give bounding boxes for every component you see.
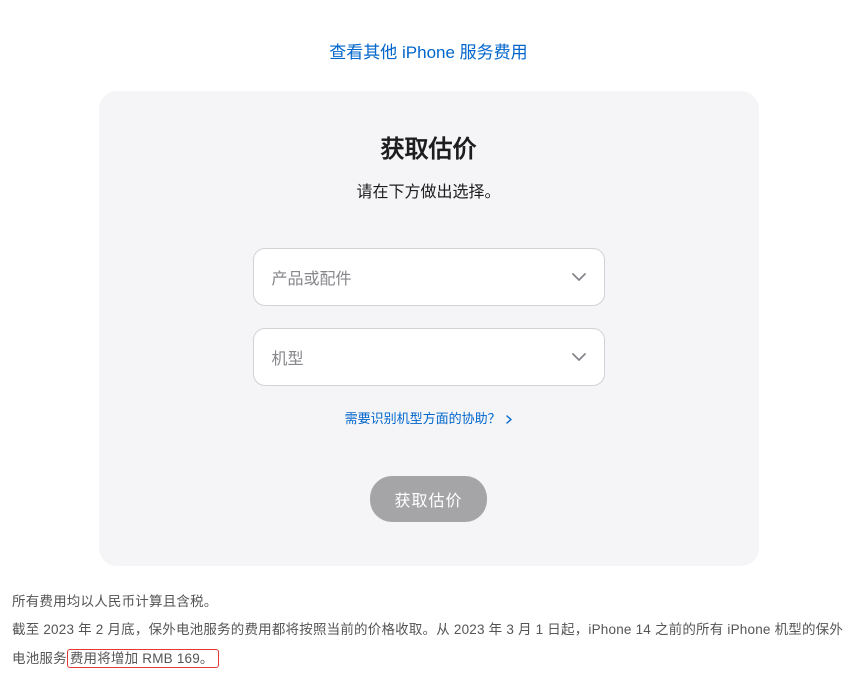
footer: 所有费用均以人民币计算且含税。 截至 2023 年 2 月底，保外电池服务的费用… [0,566,857,673]
product-select-wrapper: 产品或配件 [253,248,605,306]
product-select[interactable]: 产品或配件 [253,248,605,306]
estimate-card: 获取估价 请在下方做出选择。 产品或配件 机型 需要识别机型方面的协助？ [99,91,759,566]
model-select-wrapper: 机型 [253,328,605,386]
identify-model-help-link[interactable]: 需要识别机型方面的协助？ [345,411,513,426]
footer-price-notice: 截至 2023 年 2 月底，保外电池服务的费用都将按照当前的价格收取。从 20… [12,616,845,673]
chevron-right-icon [506,412,512,427]
help-link-container: 需要识别机型方面的协助？ [139,408,719,428]
get-estimate-button[interactable]: 获取估价 [370,476,486,522]
chevron-down-icon [572,273,586,281]
price-increase-highlight: 费用将增加 RMB 169。 [67,649,219,668]
chevron-down-icon [572,353,586,361]
top-link-container: 查看其他 iPhone 服务费用 [0,0,857,91]
card-subtitle: 请在下方做出选择。 [139,178,719,202]
card-title: 获取估价 [139,129,719,164]
help-link-text: 需要识别机型方面的协助？ [345,411,501,426]
footer-tax-note: 所有费用均以人民币计算且含税。 [12,588,845,616]
product-select-placeholder: 产品或配件 [272,265,352,289]
other-service-fees-link[interactable]: 查看其他 iPhone 服务费用 [329,43,527,62]
model-select-placeholder: 机型 [272,345,304,369]
model-select[interactable]: 机型 [253,328,605,386]
